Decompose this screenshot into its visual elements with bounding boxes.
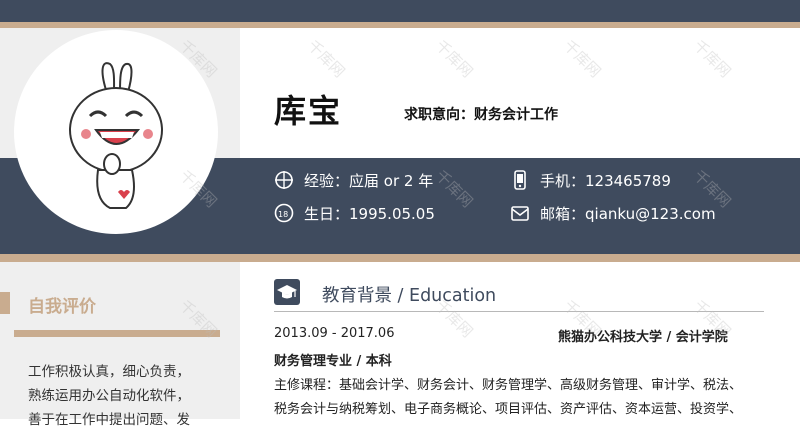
education-courses-line: 主修课程：基础会计学、财务会计、财务管理学、高级财务管理、审计学、税法、 <box>274 378 743 393</box>
target-icon <box>275 171 293 189</box>
candidate-name: 库宝 <box>274 92 343 130</box>
education-courses-line: 税务会计与纳税筹划、电子商务概论、项目评估、资产评估、资本运营、投资学、 <box>274 402 743 417</box>
self-eval-divider <box>14 330 220 337</box>
self-eval-marker <box>0 292 10 314</box>
18-plus-icon: 18 <box>274 203 294 223</box>
email-text: 邮箱：qianku@123.com <box>540 205 716 223</box>
watermark: 千库网 <box>431 36 477 82</box>
self-eval-line: 工作积极认真，细心负责， <box>28 364 190 380</box>
watermark: 千库网 <box>559 36 605 82</box>
self-eval-line: 善于在工作中提出问题、发 <box>28 412 190 428</box>
phone-icon <box>514 170 526 190</box>
self-eval-line: 熟练运用办公自动化软件， <box>28 388 190 404</box>
watermark: 千库网 <box>303 36 349 82</box>
education-major: 财务管理专业 / 本科 <box>274 354 392 369</box>
self-eval-title: 自我评价 <box>28 297 96 317</box>
birthday-text: 生日：1995.05.05 <box>304 205 435 223</box>
education-title: 教育背景 / Education <box>322 286 497 306</box>
education-period: 2013.09 - 2017.06 <box>274 326 395 341</box>
graduation-cap-icon <box>274 279 300 305</box>
svg-text:18: 18 <box>278 210 288 219</box>
email-row: 邮箱：qianku@123.com <box>510 203 750 225</box>
job-intent: 求职意向：财务会计工作 <box>404 107 558 123</box>
phone-text: 手机：123465789 <box>540 172 671 190</box>
self-eval-text: 工作积极认真，细心负责， 熟练运用办公自动化软件， 善于在工作中提出问题、发 <box>28 360 224 432</box>
mail-icon <box>511 206 529 221</box>
top-bar <box>0 0 800 22</box>
watermark: 千库网 <box>689 36 735 82</box>
band-accent-line <box>0 254 800 262</box>
experience-text: 经验：应届 or 2 年 <box>304 172 434 190</box>
